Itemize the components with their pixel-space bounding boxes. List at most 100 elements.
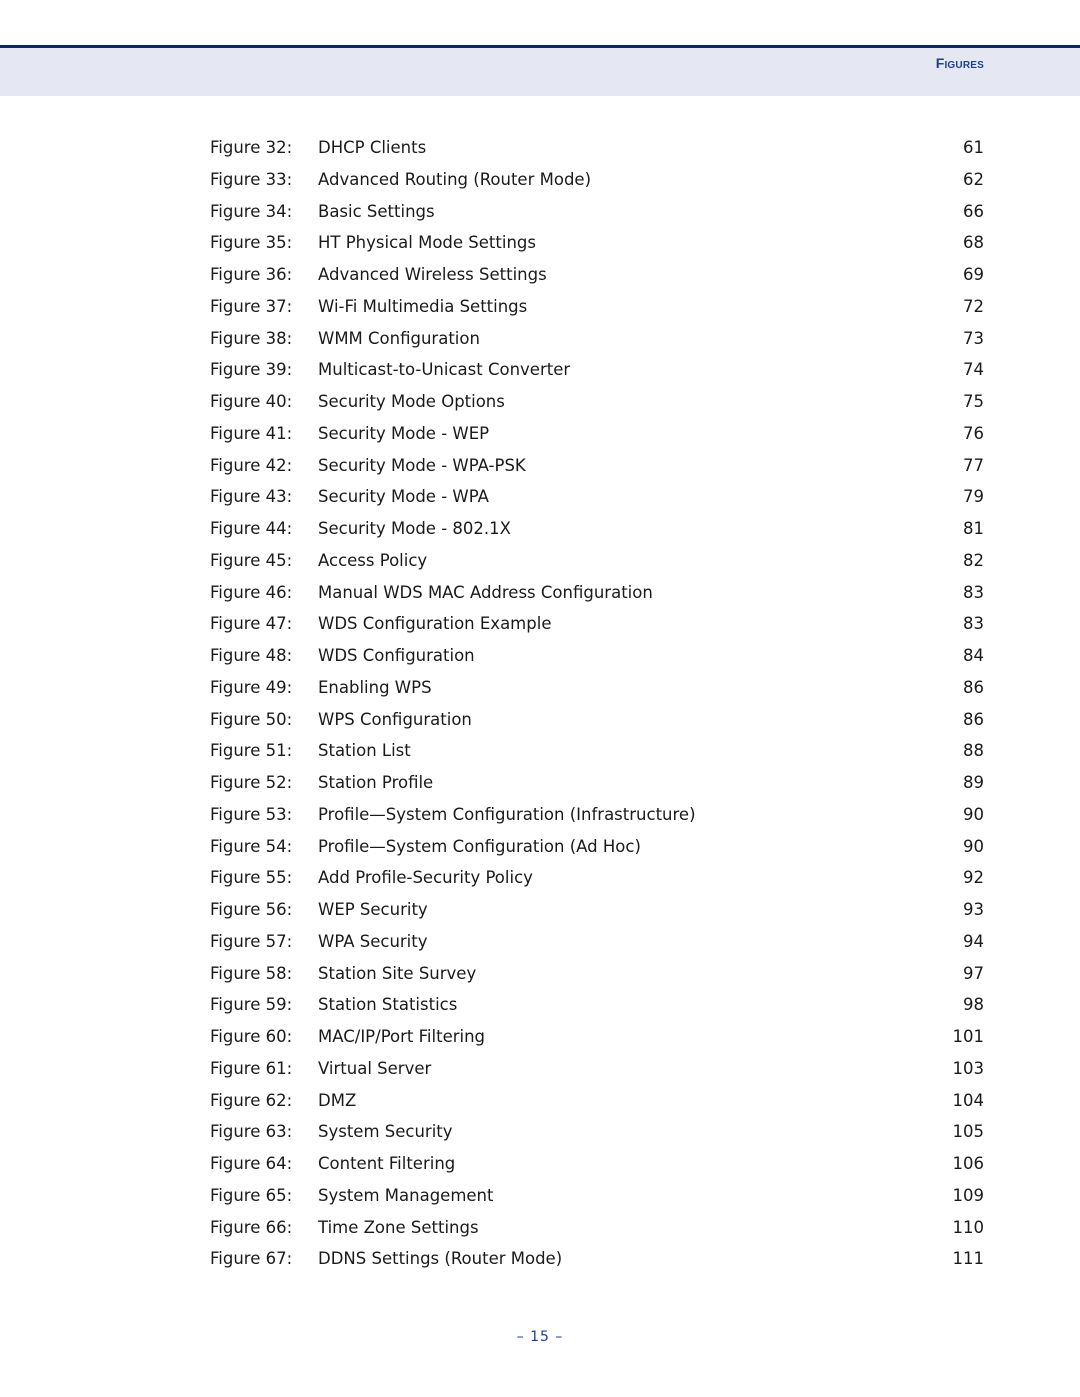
figure-title[interactable]: Basic Settings [318,200,435,224]
toc-entry[interactable]: Figure 38: WMM Configuration 73 [0,327,1080,359]
figure-title[interactable]: Enabling WPS [318,676,432,700]
figure-page-number[interactable]: 106 [953,1152,985,1176]
toc-entry[interactable]: Figure 52: Station Profile 89 [0,771,1080,803]
figure-page-number[interactable]: 90 [963,835,984,859]
toc-entry[interactable]: Figure 36: Advanced Wireless Settings 69 [0,263,1080,295]
toc-entry[interactable]: Figure 44: Security Mode - 802.1X 81 [0,517,1080,549]
toc-entry[interactable]: Figure 51: Station List 88 [0,739,1080,771]
figure-title[interactable]: Station Profile [318,771,433,795]
figure-page-number[interactable]: 83 [963,581,984,605]
figure-page-number[interactable]: 62 [963,168,984,192]
toc-entry[interactable]: Figure 60: MAC/IP/Port Filtering 101 [0,1025,1080,1057]
figure-title[interactable]: WDS Configuration [318,644,475,668]
toc-entry[interactable]: Figure 46: Manual WDS MAC Address Config… [0,581,1080,613]
figure-title[interactable]: WMM Configuration [318,327,480,351]
figure-title[interactable]: Virtual Server [318,1057,431,1081]
toc-entry[interactable]: Figure 48: WDS Configuration 84 [0,644,1080,676]
figure-title[interactable]: WEP Security [318,898,428,922]
figure-page-number[interactable]: 84 [963,644,984,668]
toc-entry[interactable]: Figure 54: Profile—System Configuration … [0,835,1080,867]
figure-title[interactable]: WPA Security [318,930,428,954]
figure-page-number[interactable]: 105 [953,1120,985,1144]
figure-page-number[interactable]: 79 [963,485,984,509]
figure-title[interactable]: System Security [318,1120,453,1144]
toc-entry[interactable]: Figure 40: Security Mode Options 75 [0,390,1080,422]
figure-title[interactable]: Wi-Fi Multimedia Settings [318,295,527,319]
toc-entry[interactable]: Figure 35: HT Physical Mode Settings 68 [0,231,1080,263]
toc-entry[interactable]: Figure 32: DHCP Clients 61 [0,136,1080,168]
toc-entry[interactable]: Figure 56: WEP Security 93 [0,898,1080,930]
toc-entry[interactable]: Figure 41: Security Mode - WEP 76 [0,422,1080,454]
figure-title[interactable]: DMZ [318,1089,356,1113]
toc-entry[interactable]: Figure 42: Security Mode - WPA-PSK 77 [0,454,1080,486]
toc-entry[interactable]: Figure 53: Profile—System Configuration … [0,803,1080,835]
figure-page-number[interactable]: 82 [963,549,984,573]
figure-page-number[interactable]: 93 [963,898,984,922]
toc-entry[interactable]: Figure 37: Wi-Fi Multimedia Settings 72 [0,295,1080,327]
toc-entry[interactable]: Figure 55: Add Profile-Security Policy 9… [0,866,1080,898]
toc-entry[interactable]: Figure 59: Station Statistics 98 [0,993,1080,1025]
figure-title[interactable]: Add Profile-Security Policy [318,866,533,890]
figure-title[interactable]: Station Statistics [318,993,457,1017]
figure-title[interactable]: Advanced Wireless Settings [318,263,547,287]
figure-title[interactable]: Security Mode - WPA [318,485,489,509]
toc-entry[interactable]: Figure 39: Multicast-to-Unicast Converte… [0,358,1080,390]
figure-title[interactable]: Security Mode - WPA-PSK [318,454,526,478]
toc-entry[interactable]: Figure 58: Station Site Survey 97 [0,962,1080,994]
figure-page-number[interactable]: 68 [963,231,984,255]
figure-page-number[interactable]: 77 [963,454,984,478]
figure-title[interactable]: Security Mode - WEP [318,422,489,446]
figure-page-number[interactable]: 81 [963,517,984,541]
toc-entry[interactable]: Figure 47: WDS Configuration Example 83 [0,612,1080,644]
figure-page-number[interactable]: 101 [953,1025,985,1049]
toc-entry[interactable]: Figure 62: DMZ 104 [0,1089,1080,1121]
figure-page-number[interactable]: 61 [963,136,984,160]
figure-page-number[interactable]: 109 [953,1184,985,1208]
figure-title[interactable]: HT Physical Mode Settings [318,231,536,255]
figure-page-number[interactable]: 88 [963,739,984,763]
figure-title[interactable]: Security Mode Options [318,390,505,414]
figure-page-number[interactable]: 72 [963,295,984,319]
figure-page-number[interactable]: 66 [963,200,984,224]
figure-page-number[interactable]: 74 [963,358,984,382]
toc-entry[interactable]: Figure 49: Enabling WPS 86 [0,676,1080,708]
figure-title[interactable]: Manual WDS MAC Address Configuration [318,581,653,605]
toc-entry[interactable]: Figure 64: Content Filtering 106 [0,1152,1080,1184]
figure-page-number[interactable]: 92 [963,866,984,890]
figure-title[interactable]: Profile—System Configuration (Infrastruc… [318,803,696,827]
figure-title[interactable]: DHCP Clients [318,136,426,160]
figure-title[interactable]: Station List [318,739,411,763]
figure-title[interactable]: Profile—System Configuration (Ad Hoc) [318,835,641,859]
figure-title[interactable]: Station Site Survey [318,962,476,986]
figure-page-number[interactable]: 98 [963,993,984,1017]
figure-page-number[interactable]: 76 [963,422,984,446]
toc-entry[interactable]: Figure 61: Virtual Server 103 [0,1057,1080,1089]
figure-title[interactable]: Advanced Routing (Router Mode) [318,168,591,192]
figure-title[interactable]: WPS Configuration [318,708,472,732]
figure-page-number[interactable]: 110 [953,1216,985,1240]
toc-entry[interactable]: Figure 45: Access Policy 82 [0,549,1080,581]
toc-entry[interactable]: Figure 66: Time Zone Settings 110 [0,1216,1080,1248]
toc-entry[interactable]: Figure 34: Basic Settings 66 [0,200,1080,232]
figure-title[interactable]: Security Mode - 802.1X [318,517,511,541]
figure-page-number[interactable]: 111 [953,1247,985,1271]
figure-title[interactable]: System Management [318,1184,493,1208]
figure-title[interactable]: MAC/IP/Port Filtering [318,1025,485,1049]
figure-page-number[interactable]: 86 [963,676,984,700]
toc-entry[interactable]: Figure 43: Security Mode - WPA 79 [0,485,1080,517]
figure-page-number[interactable]: 97 [963,962,984,986]
figure-title[interactable]: DDNS Settings (Router Mode) [318,1247,562,1271]
figure-title[interactable]: WDS Configuration Example [318,612,551,636]
figure-page-number[interactable]: 75 [963,390,984,414]
figure-title[interactable]: Access Policy [318,549,427,573]
figure-page-number[interactable]: 103 [953,1057,985,1081]
figure-page-number[interactable]: 69 [963,263,984,287]
figure-title[interactable]: Multicast-to-Unicast Converter [318,358,570,382]
toc-entry[interactable]: Figure 57: WPA Security 94 [0,930,1080,962]
figure-page-number[interactable]: 73 [963,327,984,351]
figure-title[interactable]: Time Zone Settings [318,1216,479,1240]
figure-page-number[interactable]: 89 [963,771,984,795]
figure-page-number[interactable]: 86 [963,708,984,732]
toc-entry[interactable]: Figure 63: System Security 105 [0,1120,1080,1152]
toc-entry[interactable]: Figure 65: System Management 109 [0,1184,1080,1216]
